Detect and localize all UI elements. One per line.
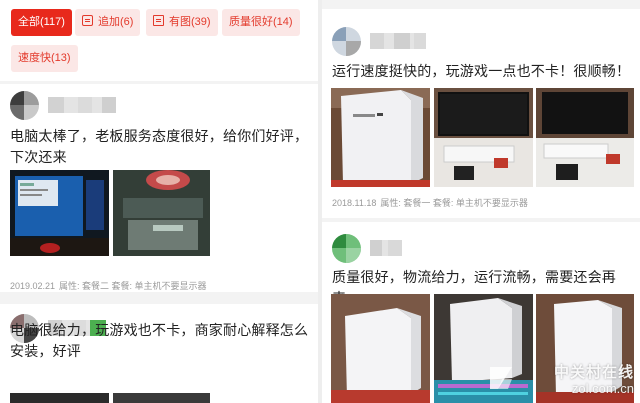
- review-date: 2019.02.21: [10, 281, 56, 291]
- review-text: 电脑太棒了，老板服务态度很好，给你们好评，下次还来: [10, 128, 309, 165]
- watermark: 中关村在线 zol.com.cn: [484, 361, 634, 399]
- review-photos: [10, 393, 310, 403]
- watermark-url: zol.com.cn: [571, 381, 634, 396]
- reviewer: [332, 27, 532, 57]
- append-icon: [82, 15, 93, 26]
- review-card: 电脑太棒了，老板服务态度很好，给你们好评，下次还来 2019.02.21 属性:…: [0, 84, 318, 292]
- review-date: 2018.11.18: [332, 198, 377, 208]
- review-photo[interactable]: [10, 170, 109, 256]
- review-attr: 属性: 套餐一 套餐: 单主机不要显示器: [380, 198, 528, 208]
- filter-chip-speed[interactable]: 速度快(13): [11, 45, 78, 72]
- reviewer-name-blurred: [370, 33, 426, 49]
- filter-chip-append[interactable]: 追加(6): [75, 9, 141, 36]
- review-column-right: 运行速度挺快的，玩游戏一点也不卡！很顺畅！ 2018.11.18 属性: 套餐一…: [322, 0, 640, 403]
- reviewer: [10, 91, 210, 121]
- watermark-brand: 中关村在线: [553, 364, 634, 381]
- reviewer-name-blurred: [48, 97, 116, 113]
- filter-chip-label: 有图(39): [169, 16, 211, 28]
- review-attr: 属性: 套餐二 套餐: 单主机不要显示器: [59, 281, 207, 291]
- review-photo[interactable]: [331, 88, 430, 187]
- review-photos: [10, 170, 310, 256]
- filter-chip-label: 全部(117): [18, 16, 65, 28]
- avatar: [10, 91, 39, 120]
- review-text: 电脑很给力，玩游戏也不卡，商家耐心解释怎么安装，好评: [10, 322, 309, 359]
- filter-chip-label: 质量很好(14): [229, 16, 293, 28]
- image-icon: [153, 15, 164, 26]
- review-column-left: 全部(117) 追加(6) 有图(39) 质量很好(14) 速度快(13) 电脑…: [0, 0, 318, 403]
- filter-chip-quality[interactable]: 质量很好(14): [222, 9, 300, 36]
- reviewer-name-blurred: [370, 240, 402, 256]
- review-photos: 中关村在线 zol.com.cn: [331, 294, 634, 403]
- filter-bar: 全部(117) 追加(6) 有图(39) 质量很好(14) 速度快(13): [0, 0, 318, 81]
- review-photo[interactable]: [10, 393, 109, 403]
- review-photo[interactable]: [434, 88, 533, 187]
- avatar: [332, 234, 361, 263]
- review-meta: 2019.02.21 属性: 套餐二 套餐: 单主机不要显示器: [10, 279, 211, 292]
- filter-chip-all[interactable]: 全部(117): [11, 9, 72, 36]
- filter-chip-label: 追加(6): [98, 16, 134, 28]
- review-text: 运行速度挺快的，玩游戏一点也不卡！很顺畅！: [332, 63, 631, 79]
- filter-chip-images[interactable]: 有图(39): [146, 9, 218, 36]
- review-photos: [331, 88, 634, 187]
- filter-chip-label: 速度快(13): [18, 52, 71, 64]
- review-card: 质量很好，物流给力，运行流畅，需要还会再来。: [322, 222, 640, 403]
- review-photo[interactable]: [113, 170, 210, 256]
- review-meta: 2018.11.18 属性: 套餐一 套餐: 单主机不要显示器: [332, 196, 532, 209]
- avatar: [332, 27, 361, 56]
- review-photo[interactable]: [536, 88, 634, 187]
- zol-logo-icon: [490, 367, 512, 389]
- review-card: 运行速度挺快的，玩游戏一点也不卡！很顺畅！ 2018.11.18 属性: 套餐一…: [322, 9, 640, 218]
- review-photo[interactable]: [113, 393, 210, 403]
- review-photo[interactable]: [331, 294, 430, 403]
- reviewer: [332, 234, 532, 264]
- review-card: 电脑很给力，玩游戏也不卡，商家耐心解释怎么安装，好评: [0, 304, 318, 403]
